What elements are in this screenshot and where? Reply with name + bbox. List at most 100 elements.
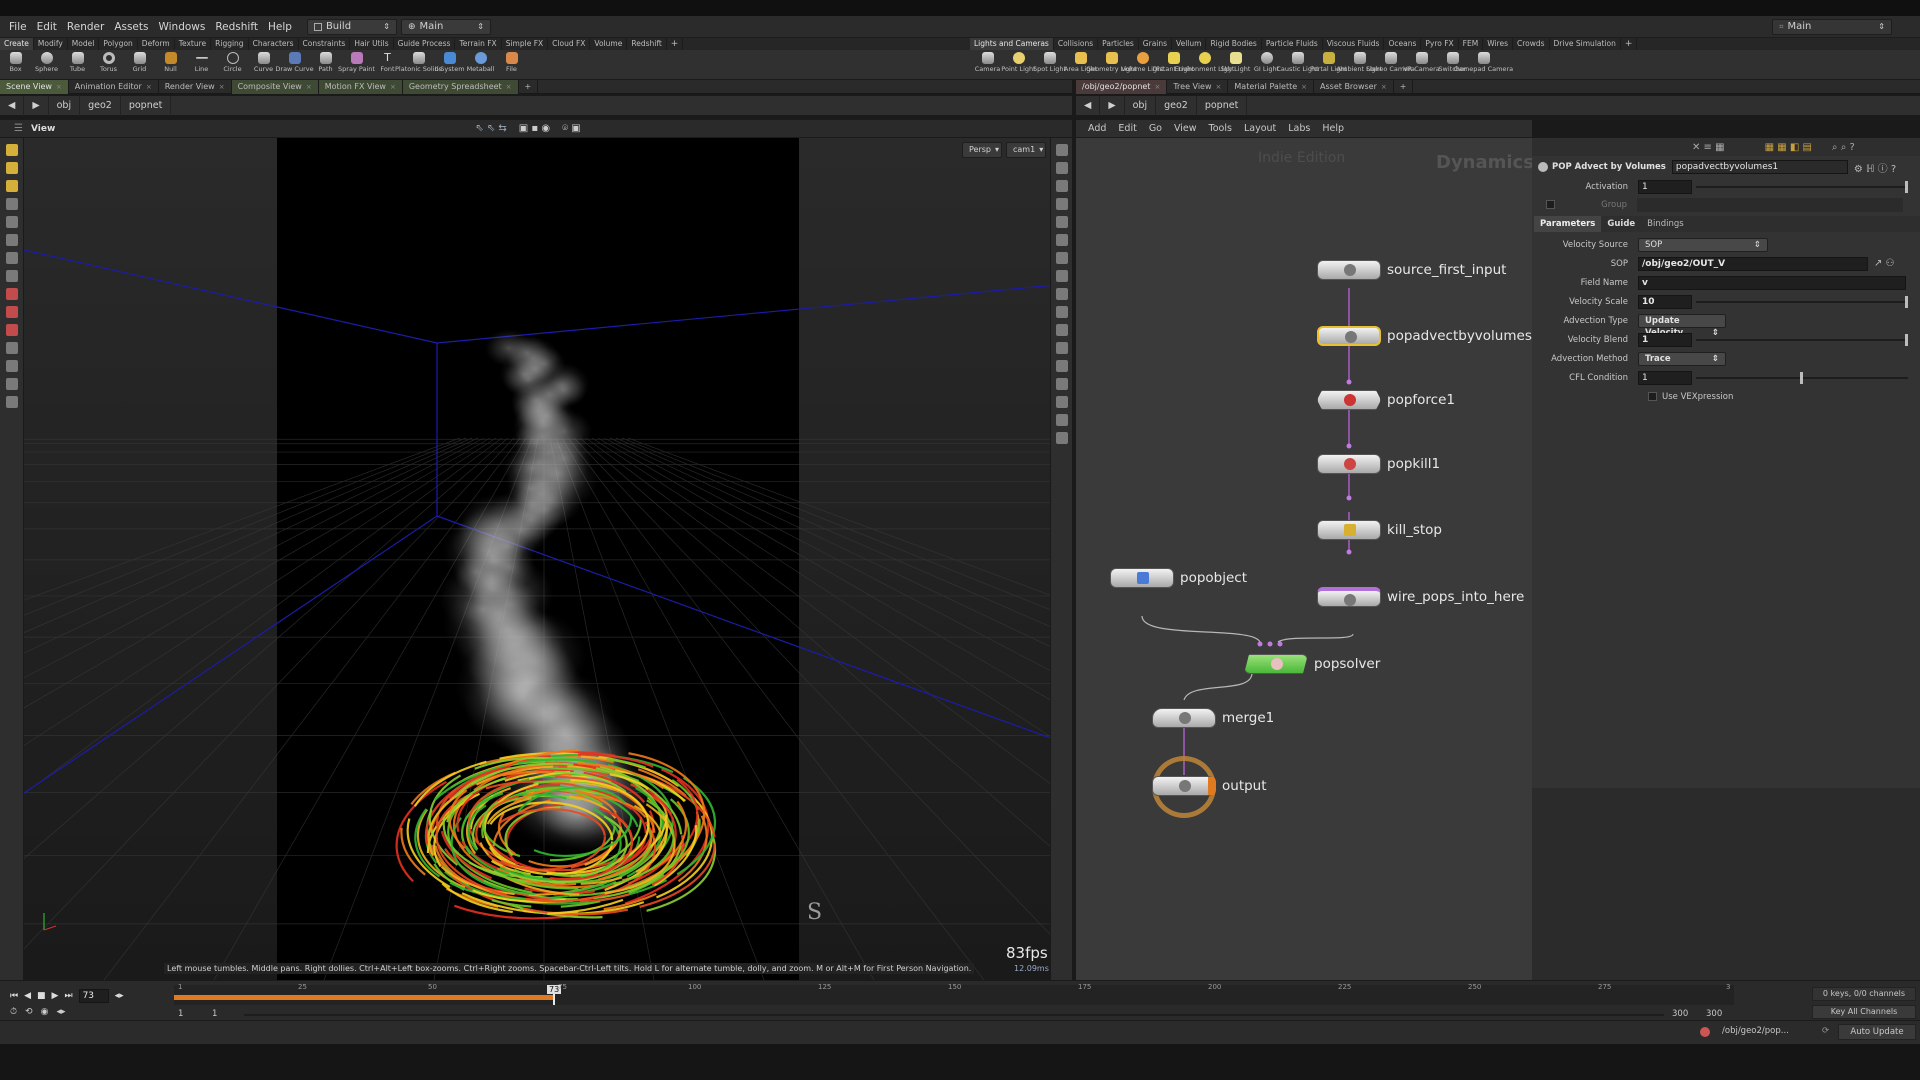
shelf-tab-particle-fluids[interactable]: Particle Fluids (1262, 38, 1323, 50)
tool-line[interactable]: Line (186, 50, 217, 80)
activation-slider[interactable] (1696, 180, 1908, 193)
select-icon[interactable] (5, 144, 18, 156)
node-body[interactable] (1152, 776, 1216, 796)
tool-draw-curve[interactable]: Draw Curve (275, 50, 314, 80)
move-icon[interactable] (5, 198, 18, 210)
context-dropdown[interactable]: ⊕ Main ⇕ (400, 18, 491, 35)
snapshot-icon[interactable] (1055, 432, 1068, 444)
bounding-box-icon[interactable] (1055, 378, 1068, 390)
range-start2-field[interactable]: 1 (212, 1009, 217, 1019)
add-shelf-tab-icon[interactable]: + (667, 38, 684, 50)
menu-file[interactable]: File (4, 16, 32, 38)
tab-render-view[interactable]: Render View × (159, 79, 232, 94)
menu-windows[interactable]: Windows (153, 16, 210, 38)
field-name-field[interactable]: v (1638, 275, 1906, 290)
magnet-icon[interactable] (5, 324, 18, 336)
shelf-tab-vellum[interactable]: Vellum (1172, 38, 1207, 50)
tool-path[interactable]: Path (310, 50, 341, 80)
menu-assets[interactable]: Assets (109, 16, 153, 38)
camera-icon[interactable]: ⌾ ▣ (562, 123, 581, 134)
view-menu-icon[interactable]: ☰ (14, 123, 23, 134)
tool-torus[interactable]: Torus (93, 50, 124, 80)
velocity-scale-slider[interactable] (1696, 295, 1908, 308)
shelf-tab-create[interactable]: Create (0, 38, 34, 50)
tumble-icon[interactable] (5, 378, 18, 390)
shelf-tab-drive-simulation[interactable]: Drive Simulation (1550, 38, 1621, 50)
node-output[interactable]: output (1152, 756, 1267, 818)
node-chooser-icon[interactable]: ↗ ⚇ (1874, 258, 1895, 269)
shelf-tab-volume[interactable]: Volume (590, 38, 628, 50)
refresh-icon[interactable]: ⟳ (1822, 1026, 1829, 1036)
add-shelf-tab-icon[interactable]: + (1621, 38, 1638, 50)
primitive-numbers-icon[interactable] (1055, 288, 1068, 300)
timeline-track[interactable]: 73 1 25 50 75 100 125 150 175 200 225 25… (174, 983, 1734, 1005)
tool-spot-light[interactable]: Spot Light (1033, 50, 1066, 80)
group-field[interactable] (1637, 197, 1903, 212)
shelf-tab-deform[interactable]: Deform (138, 38, 175, 50)
tab-scene-view[interactable]: Scene View × (0, 79, 69, 94)
tool-gamepad-camera[interactable]: Gamepad Camera (1454, 50, 1513, 80)
tool-curve[interactable]: Curve (248, 50, 279, 80)
audio-icon[interactable]: ◉ (41, 1007, 49, 1017)
advection-method-menu[interactable]: Trace ⇕ (1638, 351, 1726, 366)
cfl-slider[interactable] (1696, 371, 1908, 384)
tool-sky-light[interactable]: Sky Light (1220, 50, 1251, 80)
close-icon[interactable]: × (146, 83, 152, 91)
path-popnet[interactable]: popnet (1197, 95, 1248, 116)
tab-animation-editor[interactable]: Animation Editor × (69, 79, 159, 94)
ghost-icon[interactable] (1055, 162, 1068, 174)
camera-dropdown[interactable]: cam1 ▾ (1006, 142, 1046, 158)
normals-icon[interactable] (1055, 270, 1068, 282)
shelf-tab-rigid-bodies[interactable]: Rigid Bodies (1206, 38, 1262, 50)
shelf-tab-rigging[interactable]: Rigging (211, 38, 249, 50)
wrench-icon[interactable]: ✕ ≡ ▦ (1692, 142, 1725, 153)
tab-geometry-spreadsheet[interactable]: Geometry Spreadsheet × (402, 79, 519, 94)
lock-icon[interactable] (5, 252, 18, 264)
network-editor[interactable]: Add Edit Go View Tools Layout Labs Help … (1076, 120, 1532, 980)
node-wire-pops-into-here[interactable]: wire_pops_into_here (1317, 587, 1524, 607)
advection-type-menu[interactable]: Update Velocity⇕ (1638, 313, 1726, 338)
shelf-tab-crowds[interactable]: Crowds (1513, 38, 1550, 50)
tool-point-light[interactable]: Point Light (1001, 50, 1036, 80)
tool-vr-camera[interactable]: VR Camera (1403, 50, 1440, 80)
scene-viewport[interactable]: Persp ▾ cam1 ▾ S 83fps 12.09ms Left mouse … (24, 138, 1056, 980)
wireframe-icon[interactable] (1055, 198, 1068, 210)
shelf-tab-grains[interactable]: Grains (1139, 38, 1173, 50)
layout-icons[interactable]: ▦ ▦ ◧ ▤ (1765, 142, 1812, 153)
tab-parameters[interactable]: Parameters (1534, 216, 1602, 232)
realtime-icon[interactable]: ⏱ (10, 1007, 17, 1017)
frame-field[interactable]: 73 (78, 989, 109, 1003)
velocity-blend-slider[interactable] (1696, 333, 1908, 346)
sop-path-field[interactable]: /obj/geo2/OUT_V (1638, 256, 1868, 271)
range-end2-field[interactable]: 300 (1706, 1009, 1722, 1019)
use-vexpression-checkbox[interactable] (1648, 392, 1657, 401)
close-icon[interactable]: × (1301, 83, 1307, 91)
play-icon[interactable]: ▶ (52, 991, 59, 1001)
jump-start-icon[interactable]: ⏮ (10, 991, 18, 1001)
shelf-tab-polygon[interactable]: Polygon (99, 38, 138, 50)
forward-arrow-icon[interactable]: ▶ (1100, 95, 1125, 116)
node-popforce1[interactable]: popforce1 (1317, 390, 1455, 410)
path-popnet[interactable]: popnet (121, 95, 172, 116)
node-body[interactable] (1317, 587, 1381, 607)
paint-icon[interactable] (5, 288, 18, 300)
snap-icon[interactable] (5, 342, 18, 354)
display-toggle-icon[interactable]: ▣ ▪ ◉ (519, 123, 550, 134)
tool-box[interactable]: Box (0, 50, 31, 80)
shelf-tab-terrain-fx[interactable]: Terrain FX (455, 38, 502, 50)
slider-knob[interactable] (1800, 371, 1803, 384)
close-icon[interactable]: × (56, 83, 62, 91)
shelf-tab-oceans[interactable]: Oceans (1384, 38, 1422, 50)
tab-bindings[interactable]: Bindings (1641, 216, 1690, 232)
node-merge1[interactable]: merge1 (1152, 708, 1274, 728)
tab-asset-browser[interactable]: Asset Browser × (1314, 79, 1394, 94)
uv-icon[interactable] (1055, 342, 1068, 354)
tool-tube[interactable]: Tube (62, 50, 93, 80)
shelf-tab-constraints[interactable]: Constraints (299, 38, 351, 50)
back-arrow-icon[interactable]: ◀ (1076, 95, 1101, 116)
shelf-tab-hair-utils[interactable]: Hair Utils (350, 38, 394, 50)
group-checkbox[interactable] (1546, 200, 1555, 209)
vertex-icon[interactable] (1055, 324, 1068, 336)
node-kill-stop[interactable]: kill_stop (1317, 520, 1442, 540)
display-options-icon[interactable] (1055, 144, 1068, 156)
